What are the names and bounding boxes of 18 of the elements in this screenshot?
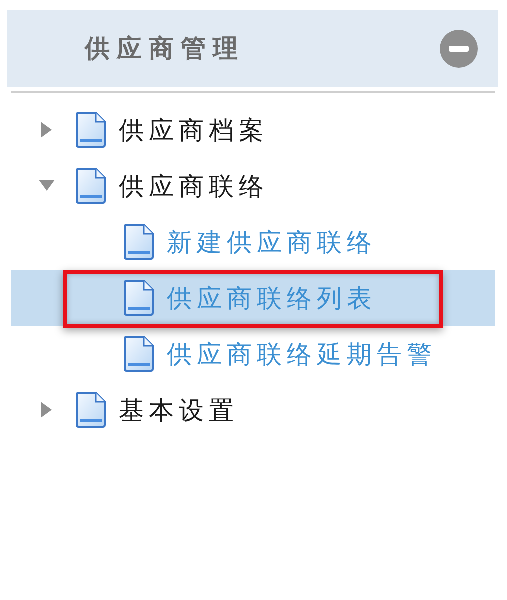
- expand-arrow-icon[interactable]: [41, 402, 53, 418]
- document-icon: [75, 168, 107, 204]
- tree-item-label[interactable]: 基本设置: [119, 394, 239, 426]
- tree-item-label[interactable]: 供应商档案: [119, 114, 269, 146]
- panel-title: 供应商管理: [85, 33, 245, 65]
- collapse-arrow-icon[interactable]: [39, 180, 55, 192]
- expand-arrow-icon[interactable]: [41, 122, 53, 138]
- selected-tree-row[interactable]: 供应商联络列表: [11, 270, 495, 326]
- document-icon: [123, 224, 155, 260]
- tree-item-label[interactable]: 供应商联络延期告警: [167, 338, 437, 370]
- tree-item-label[interactable]: 供应商联络列表: [167, 282, 377, 314]
- document-icon: [123, 336, 155, 372]
- document-icon: [75, 392, 107, 428]
- document-icon: [123, 280, 155, 316]
- collapse-icon[interactable]: [440, 30, 478, 68]
- document-icon: [75, 112, 107, 148]
- tree-item-label[interactable]: 供应商联络: [119, 170, 269, 202]
- tree-item-label[interactable]: 新建供应商联络: [167, 226, 377, 258]
